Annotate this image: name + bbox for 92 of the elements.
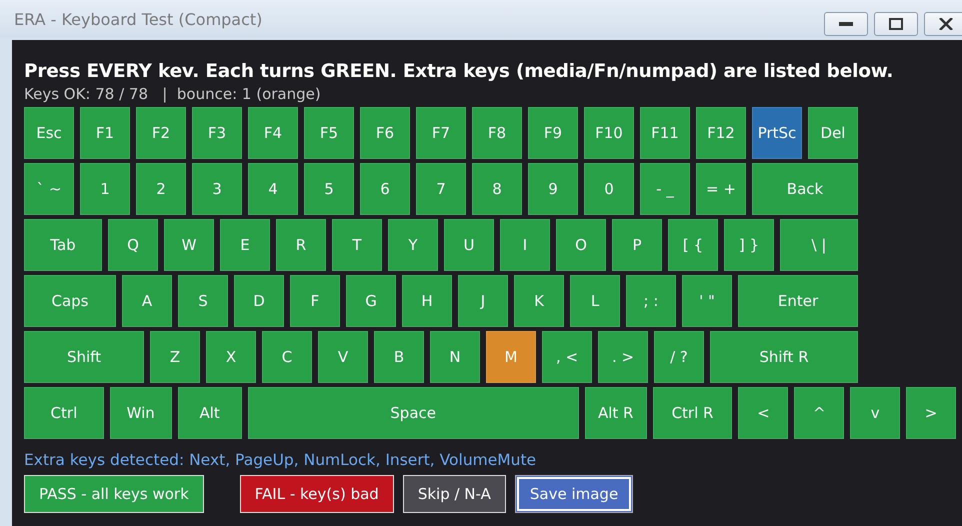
keyboard-key[interactable]: W: [164, 219, 214, 271]
keyboard-key[interactable]: V: [318, 331, 368, 383]
keyboard-key[interactable]: 9: [528, 163, 578, 215]
keyboard-key[interactable]: Z: [150, 331, 200, 383]
keyboard-key[interactable]: Enter: [738, 275, 858, 327]
keyboard-key[interactable]: J: [458, 275, 508, 327]
keyboard-key[interactable]: = +: [696, 163, 746, 215]
keyboard-key[interactable]: F: [290, 275, 340, 327]
maximize-button[interactable]: [874, 12, 918, 36]
keyboard-key[interactable]: 8: [472, 163, 522, 215]
keyboard-key[interactable]: P: [612, 219, 662, 271]
keyboard-key[interactable]: F2: [136, 107, 186, 159]
keyboard-key[interactable]: 2: [136, 163, 186, 215]
keyboard-key[interactable]: F12: [696, 107, 746, 159]
extra-keys-text: Extra keys detected: Next, PageUp, NumLock, Insert, VolumeMute: [24, 451, 538, 469]
keyboard-key[interactable]: , <: [542, 331, 592, 383]
keyboard-key[interactable]: - _: [640, 163, 690, 215]
keyboard-key[interactable]: S: [178, 275, 228, 327]
keyboard-key[interactable]: B: [374, 331, 424, 383]
keyboard-key[interactable]: N: [430, 331, 480, 383]
keyboard-key[interactable]: D: [234, 275, 284, 327]
keyboard-key[interactable]: F8: [472, 107, 522, 159]
keyboard-key[interactable]: F1: [80, 107, 130, 159]
keyboard-key[interactable]: \ |: [780, 219, 858, 271]
keyboard-key[interactable]: F9: [528, 107, 578, 159]
keyboard-key[interactable]: <: [738, 387, 788, 439]
close-icon: [939, 18, 953, 30]
keyboard-key[interactable]: 1: [80, 163, 130, 215]
keyboard-key[interactable]: Alt: [178, 387, 242, 439]
keyboard-key[interactable]: Y: [388, 219, 438, 271]
keyboard-key[interactable]: Back: [752, 163, 858, 215]
keyboard-key[interactable]: / ?: [654, 331, 704, 383]
keyboard-key[interactable]: A: [122, 275, 172, 327]
keyboard-key[interactable]: 5: [304, 163, 354, 215]
keyboard-key[interactable]: F7: [416, 107, 466, 159]
keyboard-key[interactable]: PrtSc: [752, 107, 802, 159]
keyboard-key[interactable]: Win: [110, 387, 172, 439]
fail-button[interactable]: FAIL - key(s) bad: [240, 475, 394, 513]
keyboard-key[interactable]: Tab: [24, 219, 102, 271]
window-title: ERA - Keyboard Test (Compact): [14, 10, 264, 28]
keyboard-key[interactable]: Esc: [24, 107, 74, 159]
keyboard-key[interactable]: 7: [416, 163, 466, 215]
keyboard-key[interactable]: C: [262, 331, 312, 383]
keyboard-key[interactable]: X: [206, 331, 256, 383]
minimize-icon: [839, 22, 853, 26]
keyboard-key[interactable]: . >: [598, 331, 648, 383]
status-text: Keys OK: 78 / 78 | bounce: 1 (orange): [24, 86, 321, 102]
keyboard-key[interactable]: ` ~: [24, 163, 74, 215]
keyboard-key[interactable]: Shift: [24, 331, 144, 383]
keyboard-key[interactable]: ^: [794, 387, 844, 439]
keyboard-key[interactable]: L: [570, 275, 620, 327]
keyboard-key[interactable]: Del: [808, 107, 858, 159]
keyboard-key[interactable]: Shift R: [710, 331, 858, 383]
keyboard-key[interactable]: >: [906, 387, 956, 439]
keyboard-key[interactable]: R: [276, 219, 326, 271]
keyboard-key[interactable]: G: [346, 275, 396, 327]
keyboard-key[interactable]: [ {: [668, 219, 718, 271]
keyboard-key[interactable]: 0: [584, 163, 634, 215]
maximize-icon: [889, 18, 903, 30]
keyboard-key[interactable]: O: [556, 219, 606, 271]
keyboard-key[interactable]: ' ": [682, 275, 732, 327]
keyboard-key[interactable]: F6: [360, 107, 410, 159]
keyboard-key[interactable]: 3: [192, 163, 242, 215]
keyboard-key[interactable]: Space: [248, 387, 579, 439]
keyboard-key[interactable]: Ctrl R: [652, 387, 732, 439]
pass-button[interactable]: PASS - all keys work: [24, 475, 204, 513]
keyboard-key[interactable]: ] }: [724, 219, 774, 271]
keyboard-key[interactable]: Ctrl: [24, 387, 104, 439]
keyboard-key[interactable]: Caps: [24, 275, 116, 327]
keyboard-key[interactable]: E: [220, 219, 270, 271]
keyboard-key[interactable]: v: [850, 387, 900, 439]
keyboard-key[interactable]: F4: [248, 107, 298, 159]
keyboard-key[interactable]: Alt R: [584, 387, 647, 439]
keyboard-key[interactable]: T: [332, 219, 382, 271]
instruction-text: Press EVERY kev. Each turns GREEN. Extra keys (media/Fn/numpad) are listed below.: [24, 60, 894, 84]
keyboard-key[interactable]: K: [514, 275, 564, 327]
keyboard-key[interactable]: H: [402, 275, 452, 327]
keyboard-key[interactable]: M: [486, 331, 536, 383]
skip-button[interactable]: Skip / N-A: [402, 475, 506, 513]
keyboard-key[interactable]: ; :: [626, 275, 676, 327]
keyboard-key[interactable]: 4: [248, 163, 298, 215]
keyboard-key[interactable]: U: [444, 219, 494, 271]
keyboard-key[interactable]: Q: [108, 219, 158, 271]
keyboard-key[interactable]: F10: [584, 107, 634, 159]
keyboard-key[interactable]: F5: [304, 107, 354, 159]
close-button[interactable]: [924, 12, 962, 36]
save-button[interactable]: Save image: [514, 475, 634, 513]
minimize-button[interactable]: [824, 12, 868, 36]
keyboard-key[interactable]: F3: [192, 107, 242, 159]
keyboard-key[interactable]: 6: [360, 163, 410, 215]
keyboard-key[interactable]: I: [500, 219, 550, 271]
keyboard-key[interactable]: F11: [640, 107, 690, 159]
